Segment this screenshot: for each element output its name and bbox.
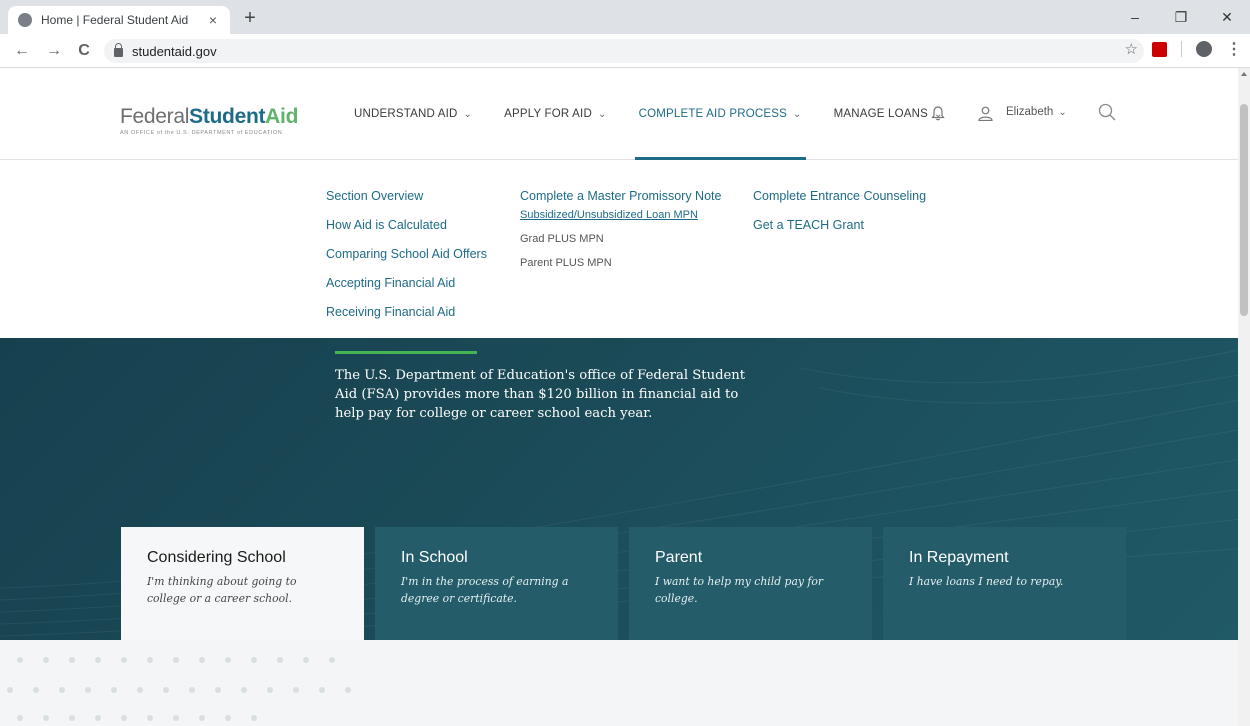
- user-name-label: Elizabeth: [1006, 106, 1054, 118]
- hero-section: The U.S. Department of Education's offic…: [0, 338, 1250, 640]
- card-in-repayment[interactable]: In Repayment I have loans I need to repa…: [883, 527, 1126, 640]
- nav-label: MANAGE LOANS: [833, 108, 929, 120]
- toolbar-divider: [1181, 41, 1182, 57]
- logo-aid: Aid: [265, 105, 299, 128]
- main-nav: UNDERSTAND AID ⌄ APPLY FOR AID ⌄ COMPLETE …: [354, 68, 975, 160]
- site-header: FederalStudentAid AN OFFICE of the U.S. …: [0, 68, 1250, 160]
- link-receiving-aid[interactable]: Receiving Financial Aid: [326, 304, 487, 320]
- page-scrollbar[interactable]: [1238, 68, 1250, 726]
- browser-tabstrip: Home | Federal Student Aid × + – ❐ ✕: [0, 0, 1250, 34]
- card-title: Parent: [655, 549, 703, 566]
- forward-button[interactable]: →: [42, 39, 66, 63]
- tab-title: Home | Federal Student Aid: [41, 13, 189, 27]
- nav-understand-aid[interactable]: UNDERSTAND AID ⌄: [354, 68, 472, 160]
- user-menu[interactable]: Elizabeth ⌄: [1006, 106, 1067, 118]
- mega-menu: Section Overview How Aid is Calculated C…: [0, 160, 1250, 338]
- nav-label: APPLY FOR AID: [504, 108, 592, 120]
- search-icon[interactable]: [1098, 103, 1116, 121]
- profile-icon[interactable]: [1196, 41, 1212, 57]
- close-window-button[interactable]: ✕: [1204, 0, 1250, 34]
- user-icon[interactable]: [978, 106, 993, 121]
- decorative-dot-pattern: [7, 657, 351, 721]
- chevron-down-icon: ⌄: [597, 108, 607, 120]
- browser-tab[interactable]: Home | Federal Student Aid ×: [8, 6, 230, 34]
- link-parent-plus-mpn[interactable]: Parent PLUS MPN: [520, 256, 721, 270]
- logo-subtitle: AN OFFICE of the U.S. DEPARTMENT of EDUC…: [120, 130, 283, 136]
- lock-icon: [114, 43, 123, 57]
- minimize-button[interactable]: –: [1112, 0, 1158, 34]
- card-desc: I have loans I need to repay.: [909, 575, 1064, 588]
- hero-intro-text: The U.S. Department of Education's offic…: [335, 368, 746, 421]
- bookmark-star-icon[interactable]: ☆: [1125, 40, 1138, 58]
- link-how-aid-calculated[interactable]: How Aid is Calculated: [326, 217, 487, 233]
- logo-federal: Federal: [120, 105, 190, 128]
- card-considering-school[interactable]: Considering School I'm thinking about go…: [121, 527, 364, 640]
- nav-apply-for-aid[interactable]: APPLY FOR AID ⌄: [504, 68, 606, 160]
- browser-toolbar: ← → C studentaid.gov ☆ ⋮: [0, 34, 1250, 68]
- seal-favicon-icon: [18, 13, 32, 27]
- browser-menu-icon[interactable]: ⋮: [1226, 39, 1242, 59]
- link-master-promissory-note[interactable]: Complete a Master Promissory Note: [520, 188, 721, 204]
- chevron-down-icon: ⌄: [463, 108, 473, 120]
- toolbar-actions: ☆ ⋮: [1125, 39, 1242, 59]
- link-subsidized-mpn[interactable]: Subsidized/Unsubsidized Loan MPN: [520, 208, 721, 222]
- card-parent[interactable]: Parent I want to help my child pay for c…: [629, 527, 872, 640]
- audience-cards: Considering School I'm thinking about go…: [121, 527, 1126, 640]
- card-desc: I'm in the process of earning a degree o…: [401, 575, 569, 605]
- back-button[interactable]: ←: [10, 39, 34, 63]
- logo-student: Student: [189, 105, 266, 128]
- tab-close-icon[interactable]: ×: [204, 12, 222, 28]
- card-in-school[interactable]: In School I'm in the process of earning …: [375, 527, 618, 640]
- mega-menu-col-1: Section Overview How Aid is Calculated C…: [326, 188, 487, 333]
- card-desc: I'm thinking about going to college or a…: [147, 575, 297, 605]
- chevron-down-icon: ⌄: [793, 108, 802, 120]
- pdf-extension-icon[interactable]: [1152, 41, 1167, 57]
- mega-menu-col-2: Complete a Master Promissory Note Subsid…: [520, 188, 721, 280]
- window-controls: – ❐ ✕: [1112, 0, 1250, 34]
- bell-icon[interactable]: [931, 106, 945, 121]
- link-grad-plus-mpn[interactable]: Grad PLUS MPN: [520, 232, 721, 246]
- mega-menu-col-3: Complete Entrance Counseling Get a TEACH…: [753, 188, 926, 246]
- card-desc: I want to help my child pay for college.: [655, 575, 824, 605]
- new-tab-button[interactable]: +: [238, 6, 262, 30]
- chevron-down-icon: ⌄: [1058, 107, 1067, 118]
- url-text: studentaid.gov: [132, 43, 217, 59]
- card-title: In School: [401, 549, 468, 566]
- scroll-thumb[interactable]: [1240, 104, 1248, 316]
- link-comparing-aid-offers[interactable]: Comparing School Aid Offers: [326, 246, 487, 262]
- card-title: Considering School: [147, 549, 286, 566]
- address-bar[interactable]: studentaid.gov: [104, 39, 1144, 63]
- fsa-logo[interactable]: FederalStudentAid AN OFFICE of the U.S. …: [120, 106, 298, 137]
- logo-wordmark: FederalStudentAid: [120, 106, 298, 128]
- nav-manage-loans[interactable]: MANAGE LOANS ⌄: [834, 68, 943, 160]
- scroll-up-arrow-icon[interactable]: [1241, 72, 1247, 76]
- nav-label: UNDERSTAND AID: [354, 108, 458, 120]
- link-teach-grant[interactable]: Get a TEACH Grant: [753, 217, 926, 233]
- card-title: In Repayment: [909, 549, 1009, 566]
- link-entrance-counseling[interactable]: Complete Entrance Counseling: [753, 188, 926, 204]
- reload-button[interactable]: C: [72, 39, 96, 63]
- nav-label: COMPLETE AID PROCESS: [638, 108, 787, 120]
- lower-pattern-section: [0, 640, 1250, 726]
- hero-accent-bar: [335, 351, 477, 354]
- maximize-button[interactable]: ❐: [1158, 0, 1204, 34]
- link-section-overview[interactable]: Section Overview: [326, 188, 487, 204]
- nav-complete-aid-process[interactable]: COMPLETE AID PROCESS ⌄: [634, 68, 806, 160]
- link-accepting-aid[interactable]: Accepting Financial Aid: [326, 275, 487, 291]
